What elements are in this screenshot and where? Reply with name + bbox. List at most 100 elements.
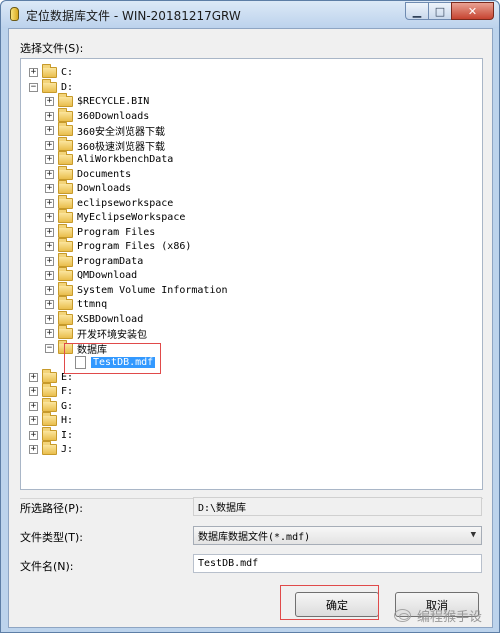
file-name-input[interactable]: TestDB.mdf — [193, 554, 482, 573]
tree-item-360-secure-browser[interactable]: + 360安全浏览器下载 — [45, 121, 166, 138]
expand-icon[interactable]: + — [45, 227, 54, 237]
tree-item-c[interactable]: + C: — [29, 63, 73, 79]
tree-item-label: 360极速浏览器下载 — [77, 141, 166, 153]
expand-icon[interactable]: + — [45, 212, 54, 222]
tree-item-qmdownload[interactable]: + QMDownload — [45, 266, 138, 282]
folder-icon — [58, 136, 73, 151]
folder-icon — [58, 266, 73, 281]
wechat-icon — [394, 609, 411, 622]
folder-icon — [58, 107, 73, 122]
tree-item-i[interactable]: + I: — [29, 426, 73, 442]
expand-icon[interactable]: + — [45, 270, 54, 280]
maximize-button[interactable]: □ — [428, 2, 452, 20]
minimize-button[interactable]: ▁ — [405, 2, 429, 20]
expand-icon[interactable]: + — [29, 415, 38, 425]
tree-item-label: Program Files (x86) — [77, 240, 192, 252]
tree-item-h[interactable]: + H: — [29, 411, 74, 427]
expand-icon[interactable]: + — [29, 386, 38, 396]
tree-item-label: QMDownload — [77, 269, 138, 281]
tree-item-f[interactable]: + F: — [29, 382, 73, 398]
file-name-label: 文件名(N): — [20, 560, 74, 573]
tree-item-system-volume-information[interactable]: + System Volume Information — [45, 281, 228, 297]
expand-icon[interactable]: + — [45, 241, 54, 251]
folder-icon — [42, 397, 57, 412]
tree-item-programdata[interactable]: + ProgramData — [45, 252, 144, 268]
expand-icon[interactable]: + — [45, 111, 54, 121]
tree-item-label: Downloads — [77, 182, 132, 194]
tree-item-label: Documents — [77, 168, 132, 180]
select-file-label: 选择文件(S): — [20, 42, 84, 55]
collapse-icon[interactable]: − — [29, 82, 38, 92]
expand-icon[interactable]: + — [45, 256, 54, 266]
expand-icon[interactable]: + — [45, 198, 54, 208]
folder-icon — [58, 179, 73, 194]
expand-icon[interactable]: + — [29, 67, 38, 77]
path-label: 所选路径(P): — [20, 502, 83, 515]
tree-item-myeclipseworkspace[interactable]: + MyEclipseWorkspace — [45, 208, 185, 224]
folder-icon — [58, 281, 73, 296]
folder-icon — [58, 121, 73, 136]
tree-item-label: XSBDownload — [77, 313, 144, 325]
folder-icon — [58, 150, 73, 165]
watermark-text: 编程猴手设 — [417, 610, 483, 625]
tree-item-j[interactable]: + J: — [29, 440, 73, 456]
database-icon — [10, 7, 19, 21]
tree-item-label: 360Downloads — [77, 110, 150, 122]
tree-item-downloads[interactable]: + Downloads — [45, 179, 132, 195]
tree-item-g[interactable]: + G: — [29, 397, 74, 413]
tree-item-xsbdownload[interactable]: + XSBDownload — [45, 310, 144, 326]
expand-icon[interactable]: + — [45, 183, 54, 193]
tree-item-360-speed-browser[interactable]: + 360极速浏览器下载 — [45, 136, 166, 153]
chevron-down-icon[interactable]: ▼ — [471, 530, 476, 540]
tree-item-label: D: — [61, 81, 74, 93]
expand-icon[interactable]: + — [45, 96, 54, 106]
tree-item-eclipseworkspace[interactable]: + eclipseworkspace — [45, 194, 174, 210]
tree-item-recycle-bin[interactable]: + $RECYCLE.BIN — [45, 92, 150, 108]
expand-icon[interactable]: + — [45, 299, 54, 309]
tree-item-360downloads[interactable]: + 360Downloads — [45, 107, 150, 123]
folder-icon — [42, 63, 57, 78]
expand-icon[interactable]: + — [29, 444, 38, 454]
tree-item-label: Program Files — [77, 226, 156, 238]
expand-icon[interactable]: + — [29, 372, 38, 382]
tree-item-label: ProgramData — [77, 255, 144, 267]
tree-item-label: G: — [61, 400, 74, 412]
expand-icon[interactable]: + — [45, 285, 54, 295]
folder-icon — [58, 92, 73, 107]
close-button[interactable]: ✕ — [451, 2, 494, 20]
folder-icon — [42, 440, 57, 455]
tree-item-label: 360安全浏览器下载 — [77, 126, 166, 138]
tree-item-aliworkbenchdata[interactable]: + AliWorkbenchData — [45, 150, 173, 166]
tree-item-ttmnq[interactable]: + ttmnq — [45, 295, 107, 311]
window-title: 定位数据库文件 - WIN-20181217GRW — [26, 9, 241, 23]
expand-icon[interactable]: + — [45, 154, 54, 164]
expand-icon[interactable]: + — [29, 430, 38, 440]
expand-icon[interactable]: + — [45, 169, 54, 179]
file-tree[interactable]: + C: − D: + $RECYCLE.BIN + 360Downloads … — [20, 58, 483, 490]
file-type-label: 文件类型(T): — [20, 531, 84, 544]
expand-icon[interactable]: + — [45, 125, 54, 135]
tree-item-program-files-x86[interactable]: + Program Files (x86) — [45, 237, 192, 253]
tree-item-label: $RECYCLE.BIN — [77, 95, 150, 107]
file-type-select[interactable]: 数据库数据文件(*.mdf) ▼ — [193, 526, 482, 545]
folder-icon — [42, 368, 57, 383]
expand-icon[interactable]: + — [29, 401, 38, 411]
folder-icon — [58, 194, 73, 209]
title-bar[interactable]: 定位数据库文件 - WIN-20181217GRW ▁ □ ✕ — [1, 1, 499, 28]
collapse-icon[interactable]: − — [45, 343, 54, 353]
tree-item-program-files[interactable]: + Program Files — [45, 223, 156, 239]
tree-item-d[interactable]: − D: — [29, 78, 74, 94]
folder-icon — [42, 411, 57, 426]
expand-icon[interactable]: + — [45, 314, 54, 324]
folder-icon — [58, 324, 73, 339]
watermark: 编程猴手设 — [394, 606, 482, 625]
tree-item-dev-env-packages[interactable]: + 开发环境安装包 — [45, 324, 147, 341]
tree-item-label: eclipseworkspace — [77, 197, 174, 209]
folder-icon — [58, 223, 73, 238]
tree-item-label: H: — [61, 414, 74, 426]
file-highlight-annotation — [64, 343, 161, 374]
expand-icon[interactable]: + — [45, 328, 54, 338]
folder-icon — [42, 426, 57, 441]
tree-item-documents[interactable]: + Documents — [45, 165, 132, 181]
expand-icon[interactable]: + — [45, 140, 54, 150]
